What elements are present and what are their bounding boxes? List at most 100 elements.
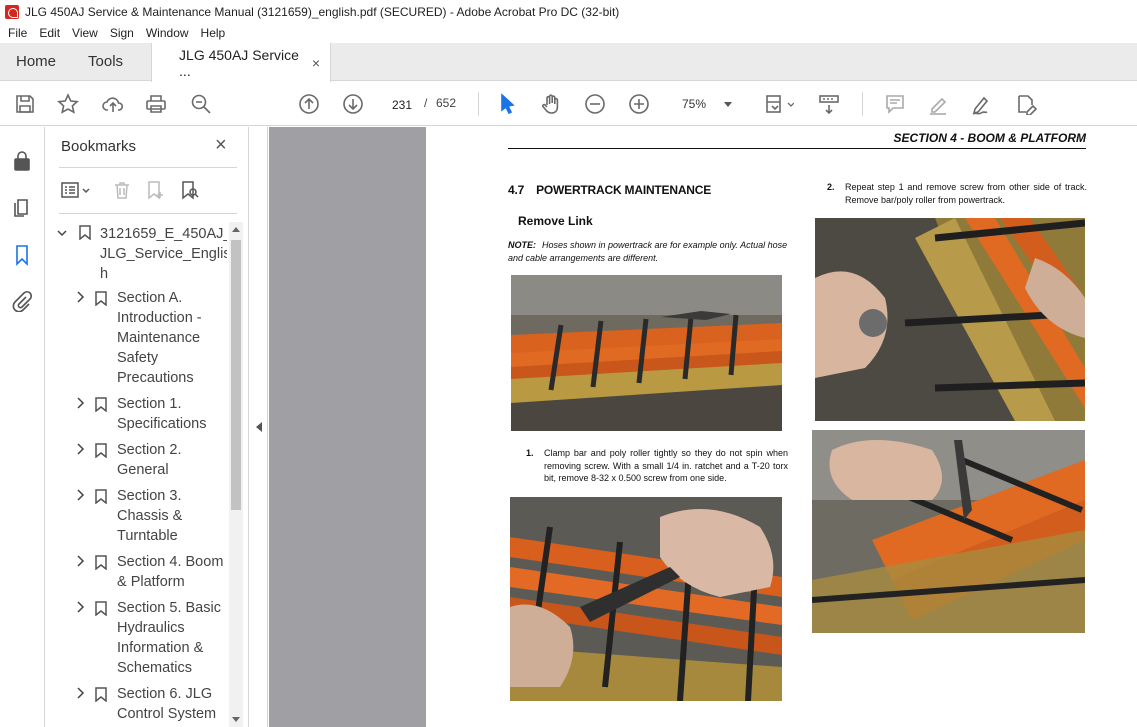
- bookmark-icon: [95, 687, 107, 703]
- save-icon[interactable]: [12, 91, 38, 117]
- page-total: 652: [436, 96, 457, 110]
- tab-document[interactable]: JLG 450AJ Service ... ×: [151, 43, 332, 82]
- note: NOTE: Hoses shown in powertrack are for e…: [508, 239, 788, 265]
- chevron-right-icon[interactable]: [75, 554, 85, 568]
- menu-help[interactable]: Help: [195, 26, 232, 40]
- step-2-number: 2.: [827, 182, 835, 192]
- tab-bar: Home Tools JLG 450AJ Service ... ×: [0, 43, 1137, 82]
- chevron-right-icon[interactable]: [75, 290, 85, 304]
- close-panel-button[interactable]: ×: [215, 135, 227, 155]
- bookmark-label: Section 6. JLG Control System: [117, 686, 217, 722]
- title-bar: JLG 450AJ Service & Maintenance Manual (…: [0, 0, 1137, 23]
- step-2: 2. Repeat step 1 and remove screw from o…: [827, 181, 1087, 206]
- scroll-up-arrow-icon[interactable]: [232, 227, 240, 232]
- bookmark-label: Section 2. General: [117, 442, 182, 478]
- bookmarks-scrollbar[interactable]: [229, 222, 243, 727]
- chevron-right-icon[interactable]: [75, 600, 85, 614]
- bookmark-icon: [95, 489, 107, 505]
- menu-sign[interactable]: Sign: [104, 26, 140, 40]
- step-1: 1. Clamp bar and poly roller tightly so …: [526, 447, 788, 485]
- previous-page-icon[interactable]: [296, 91, 322, 117]
- redact-tool-icon[interactable]: [1013, 91, 1039, 117]
- chevron-down-icon: [724, 102, 732, 107]
- powertrack-photo-3: [815, 218, 1085, 421]
- section-heading: 4.7 POWERTRACK MAINTENANCE: [508, 183, 711, 197]
- scroll-mode-icon[interactable]: [816, 91, 842, 117]
- tab-home[interactable]: Home: [0, 43, 72, 80]
- powertrack-photo-2: [510, 497, 782, 701]
- hand-tool-icon[interactable]: [538, 91, 564, 117]
- toolbar-divider: [478, 92, 479, 116]
- panel-divider: [59, 213, 237, 214]
- bookmarks-panel: Bookmarks × 3121659_E_450AJ_ JLG_Service…: [45, 127, 249, 727]
- page-number-input[interactable]: 231: [383, 92, 421, 116]
- step-1-text: Clamp bar and poly roller tightly so the…: [544, 448, 788, 483]
- step-1-number: 1.: [526, 448, 534, 458]
- chevron-right-icon[interactable]: [75, 396, 85, 410]
- attachments-paperclip-icon[interactable]: [10, 289, 34, 313]
- find-bookmark-icon[interactable]: [177, 177, 203, 203]
- chevron-right-icon[interactable]: [75, 442, 85, 456]
- delete-bookmark-icon[interactable]: [109, 177, 135, 203]
- section-title: POWERTRACK MAINTENANCE: [536, 183, 712, 197]
- powertrack-photo-4: [812, 430, 1085, 633]
- zoom-value: 75%: [682, 97, 707, 111]
- page-separator: /: [424, 96, 428, 110]
- window-title: JLG 450AJ Service & Maintenance Manual (…: [25, 4, 620, 19]
- bookmark-label: Section 3. Chassis & Turntable: [117, 488, 183, 544]
- menu-file[interactable]: File: [0, 26, 33, 40]
- chevron-down-icon[interactable]: [57, 226, 67, 240]
- zoom-search-icon[interactable]: [188, 91, 214, 117]
- bookmarks-tree: 3121659_E_450AJ_ JLG_Service_Englis h Se…: [45, 222, 227, 727]
- page-fit-icon[interactable]: [762, 91, 796, 117]
- bookmark-star-icon[interactable]: [55, 91, 81, 117]
- document-viewer[interactable]: SECTION 4 - BOOM & PLATFORM 4.7 POWERTRAC…: [269, 127, 1137, 727]
- bookmarks-panel-icon[interactable]: [10, 243, 34, 267]
- pdf-page: SECTION 4 - BOOM & PLATFORM 4.7 POWERTRAC…: [426, 127, 1137, 727]
- next-page-icon[interactable]: [340, 91, 366, 117]
- bookmark-icon: [79, 225, 91, 241]
- sign-pen-icon[interactable]: [969, 91, 995, 117]
- acrobat-logo-icon: [5, 4, 19, 19]
- bookmark-label: 3121659_E_450AJ_ JLG_Service_Englis h: [100, 226, 227, 282]
- zoom-in-icon[interactable]: [626, 91, 652, 117]
- scroll-down-arrow-icon[interactable]: [232, 717, 240, 722]
- step-2-text: Repeat step 1 and remove screw from othe…: [845, 182, 1087, 205]
- left-rail: [0, 127, 45, 727]
- bookmark-label: Section A. Introduction - Maintenance Sa…: [117, 290, 202, 386]
- toolbar-divider: [862, 92, 863, 116]
- highlight-pen-icon[interactable]: [925, 91, 951, 117]
- lock-icon[interactable]: [10, 149, 34, 173]
- tab-tools[interactable]: Tools: [72, 43, 139, 80]
- panel-divider: [59, 167, 237, 168]
- note-label: NOTE:: [508, 240, 536, 250]
- print-icon[interactable]: [143, 91, 169, 117]
- close-tab-button[interactable]: ×: [312, 55, 320, 71]
- select-cursor-icon[interactable]: [494, 91, 520, 117]
- bookmark-icon: [95, 443, 107, 459]
- tab-document-label: JLG 450AJ Service ...: [179, 46, 299, 79]
- pages-thumbnails-icon[interactable]: [10, 195, 34, 219]
- subheading: Remove Link: [518, 214, 593, 228]
- bookmark-icon: [95, 291, 107, 307]
- menu-edit[interactable]: Edit: [33, 26, 66, 40]
- new-bookmark-icon[interactable]: [143, 177, 169, 203]
- panel-collapse-handle[interactable]: [250, 127, 268, 727]
- menu-view[interactable]: View: [66, 26, 104, 40]
- menu-window[interactable]: Window: [140, 26, 195, 40]
- comment-icon[interactable]: [882, 91, 908, 117]
- scrollbar-thumb[interactable]: [231, 240, 241, 510]
- section-number: 4.7: [508, 183, 525, 197]
- bookmark-label: Section 4. Boom & Platform: [117, 554, 224, 590]
- zoom-select[interactable]: 75%: [668, 92, 742, 116]
- zoom-out-icon[interactable]: [582, 91, 608, 117]
- bookmarks-tools: [59, 177, 239, 203]
- upload-cloud-icon[interactable]: [100, 91, 126, 117]
- header-rule: [508, 148, 1086, 149]
- chevron-right-icon[interactable]: [75, 686, 85, 700]
- chevron-right-icon[interactable]: [75, 488, 85, 502]
- menu-bar: File Edit View Sign Window Help: [0, 23, 1137, 43]
- collapse-arrow-icon[interactable]: [256, 422, 262, 432]
- powertrack-photo-1: [511, 275, 782, 431]
- options-menu-icon[interactable]: [59, 177, 95, 203]
